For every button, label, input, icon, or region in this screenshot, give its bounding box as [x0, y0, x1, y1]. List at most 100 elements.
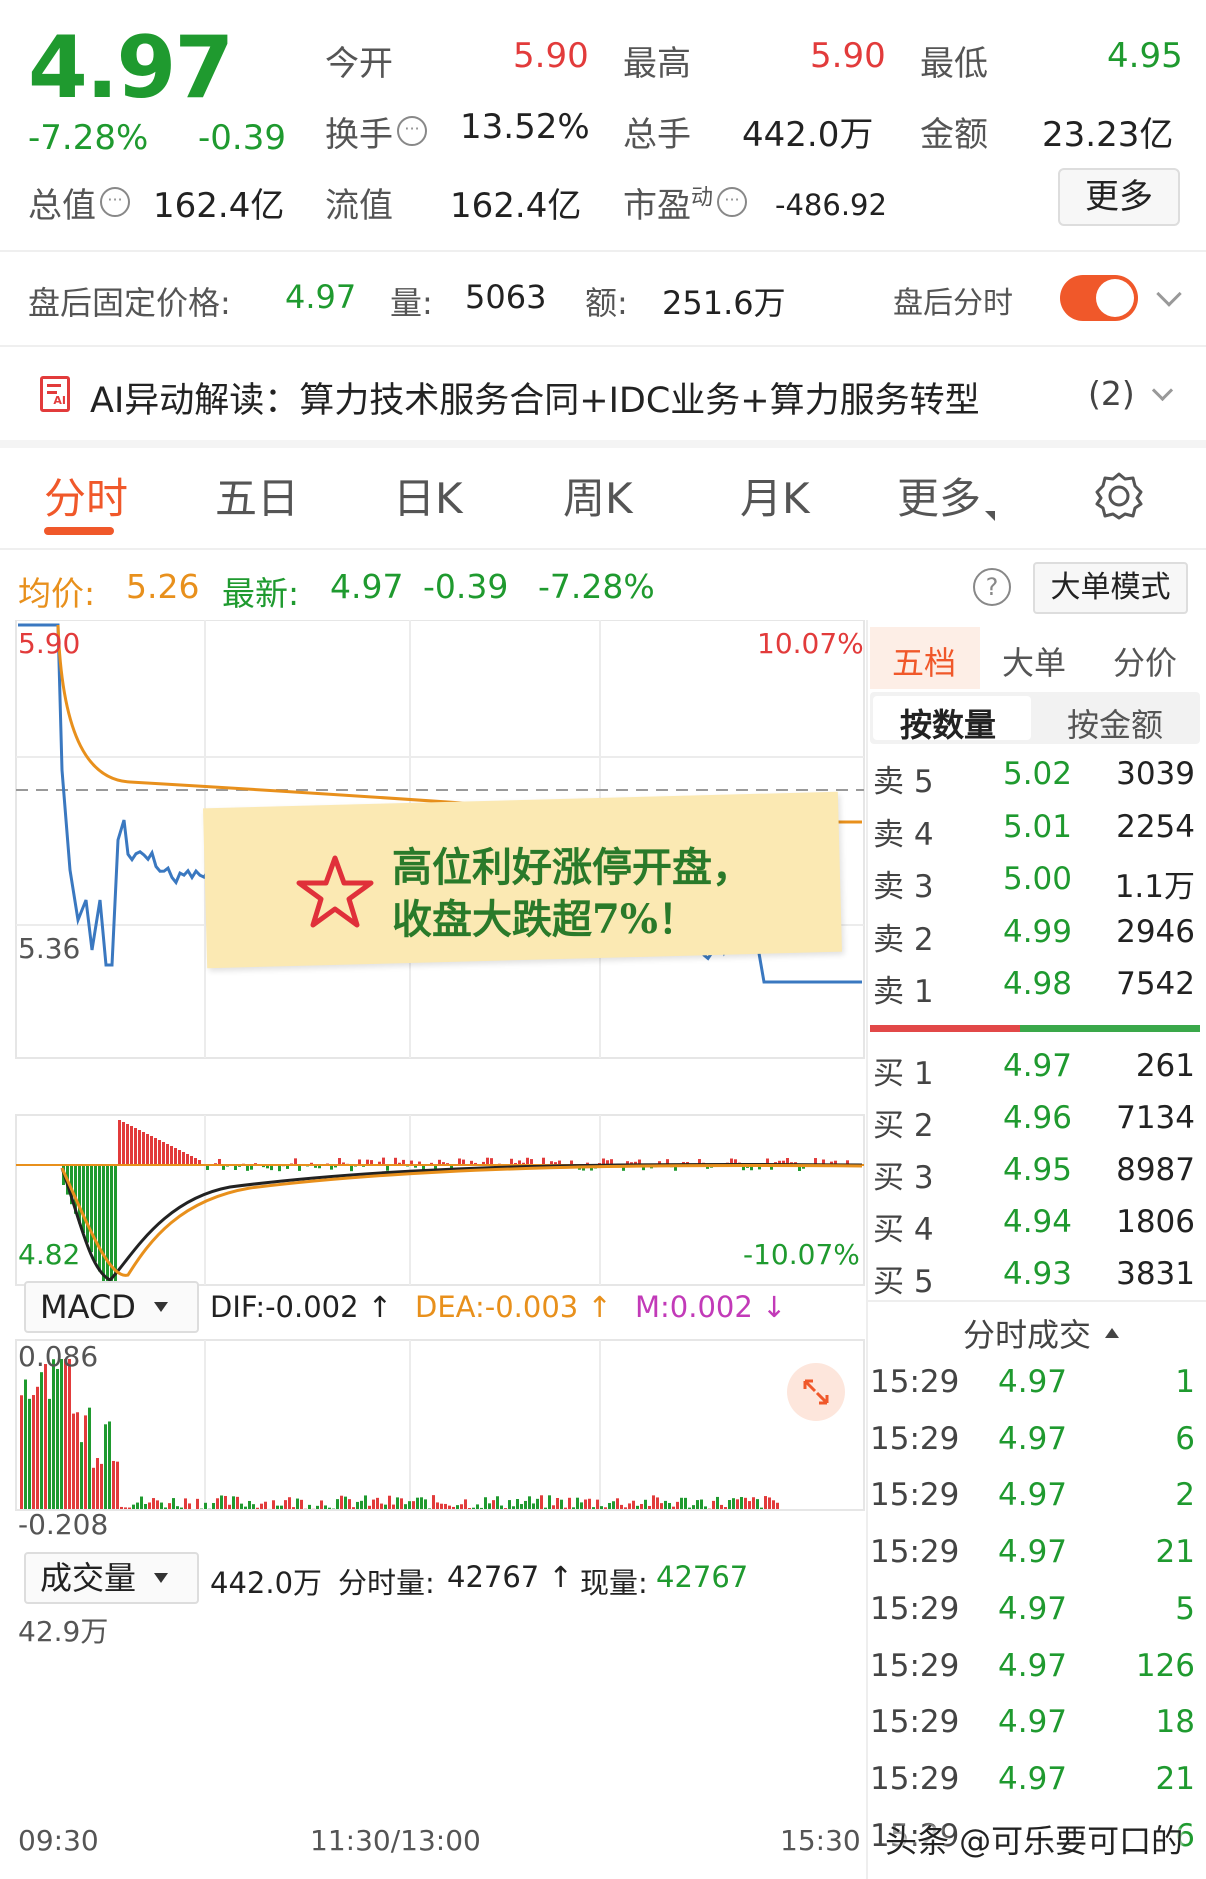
mktcap-label[interactable]: 总值 ··· [28, 178, 130, 227]
tab-day-k[interactable]: 日K [393, 465, 463, 526]
info-icon: ··· [717, 187, 748, 217]
ai-report-icon: AI [40, 376, 70, 412]
low-value: 4.95 [1107, 36, 1183, 76]
volume-bar [504, 1508, 507, 1509]
tab-month-k[interactable]: 月K [740, 465, 810, 526]
volume-bar [492, 1500, 495, 1509]
last-price: 4.97 [28, 18, 234, 118]
help-icon[interactable]: ? [973, 568, 1011, 606]
volume-bar [408, 1501, 411, 1509]
after-hours-vol-label: 量: [390, 284, 433, 322]
volume-bar [616, 1498, 619, 1509]
after-hours-price: 4.97 [285, 278, 357, 316]
volume-bar [500, 1505, 503, 1509]
macd-bar [174, 1148, 177, 1165]
trade-price: 4.97 [998, 1420, 1068, 1457]
volume-value: 442.0万 [742, 115, 874, 155]
gear-icon[interactable] [1093, 470, 1145, 522]
macd-bar [166, 1144, 169, 1165]
ask-volume: 2254 [1116, 808, 1195, 845]
active-tab-indicator [44, 527, 114, 535]
more-button[interactable]: 更多 [1058, 168, 1180, 226]
volume-bar [692, 1505, 695, 1509]
volume-bar [140, 1496, 143, 1509]
big-order-mode-button[interactable]: 大单模式 [1033, 562, 1188, 614]
macd-bar [186, 1154, 189, 1165]
volume-bar [564, 1507, 567, 1509]
volume-bar [416, 1497, 419, 1509]
trade-price: 4.97 [998, 1590, 1068, 1627]
volume-bar [632, 1500, 635, 1509]
volume-bar [424, 1499, 427, 1509]
volume-bar [72, 1413, 75, 1509]
volume-bar [388, 1495, 391, 1509]
volume-bar [316, 1505, 319, 1509]
volume-bar [456, 1505, 459, 1509]
macd-bar [130, 1126, 133, 1165]
macd-bar [542, 1157, 545, 1165]
volume-bar [276, 1505, 279, 1509]
volume-bar [384, 1504, 387, 1509]
macd-bar [158, 1140, 161, 1165]
corner-triangle-icon [985, 511, 996, 521]
macd-bar [142, 1132, 145, 1165]
volume-bar [716, 1496, 719, 1509]
volume-bar [288, 1497, 291, 1509]
tab-timeshare[interactable]: 分时 [44, 465, 128, 526]
side-tab-price-dist[interactable]: 分价 [1113, 638, 1177, 684]
volume-bar [496, 1496, 499, 1509]
price-axis-mid: 5.36 [18, 932, 81, 965]
volume-axis-top: 42.9万 [18, 1615, 109, 1648]
tab-week-k[interactable]: 周K [563, 465, 633, 526]
macd-bar [150, 1136, 153, 1165]
volume-bar [256, 1507, 259, 1509]
divider [866, 1300, 1206, 1302]
divider [0, 440, 1206, 448]
volume-bar [464, 1499, 467, 1509]
divider [0, 250, 1206, 252]
ask-volume: 7542 [1116, 966, 1195, 1002]
volume-bar [52, 1359, 55, 1509]
indicator-selector-volume[interactable]: 成交量 [24, 1552, 199, 1604]
sub-tab-by-quantity[interactable]: 按数量 [900, 700, 996, 746]
chevron-down-icon[interactable] [1156, 281, 1182, 307]
watermark: 头条 @可乐要可口的 [885, 1822, 1184, 1860]
price-axis-bottom: 4.82 [18, 1238, 81, 1271]
latest-change: -0.39 [423, 567, 509, 606]
volume-bar [224, 1495, 227, 1509]
chevron-down-icon[interactable] [1151, 379, 1174, 402]
tab-five-day[interactable]: 五日 [215, 465, 299, 526]
trade-volume: 18 [1155, 1704, 1195, 1741]
volume-bar [600, 1506, 603, 1509]
macd-bar [90, 1165, 93, 1253]
indicator-selector-macd[interactable]: MACD [24, 1281, 199, 1333]
volume-bar [544, 1507, 547, 1509]
pct-axis-bottom: -10.07% [743, 1238, 860, 1271]
ai-insight-text[interactable]: AI异动解读：算力技术服务合同+IDC业务+算力服务转型 [90, 372, 980, 423]
trades-title[interactable]: 分时成交 [963, 1310, 1120, 1356]
trade-volume: 1 [1175, 1364, 1195, 1400]
volume-bar [556, 1497, 559, 1509]
volume-bar [588, 1498, 591, 1509]
side-tab-level5[interactable]: 五档 [892, 638, 956, 684]
time-axis-start: 09:30 [18, 1824, 99, 1857]
volume-bar [484, 1497, 487, 1509]
sub-tab-by-amount[interactable]: 按金额 [1067, 700, 1163, 746]
bid-label: 买 4 [873, 1212, 934, 1248]
expand-chart-icon[interactable] [787, 1363, 845, 1421]
volume-bar [596, 1499, 599, 1509]
after-hours-toggle[interactable] [1060, 275, 1138, 321]
volume-bar [760, 1507, 763, 1509]
macd-dea-line [60, 1163, 863, 1277]
latest-change-pct: -7.28% [538, 567, 655, 606]
volume-tick-label: 分时量: [338, 1566, 435, 1600]
macd-bar [178, 1150, 181, 1165]
trade-time: 15:29 [870, 1477, 960, 1514]
volume-bar [444, 1503, 447, 1509]
volume-bar [68, 1359, 71, 1509]
macd-bar [486, 1157, 489, 1165]
pe-label[interactable]: 市盈动 ··· [623, 178, 748, 227]
turnover-label[interactable]: 换手 ··· [325, 107, 427, 156]
tab-more[interactable]: 更多 [897, 465, 996, 526]
side-tab-big-order[interactable]: 大单 [1002, 638, 1066, 684]
